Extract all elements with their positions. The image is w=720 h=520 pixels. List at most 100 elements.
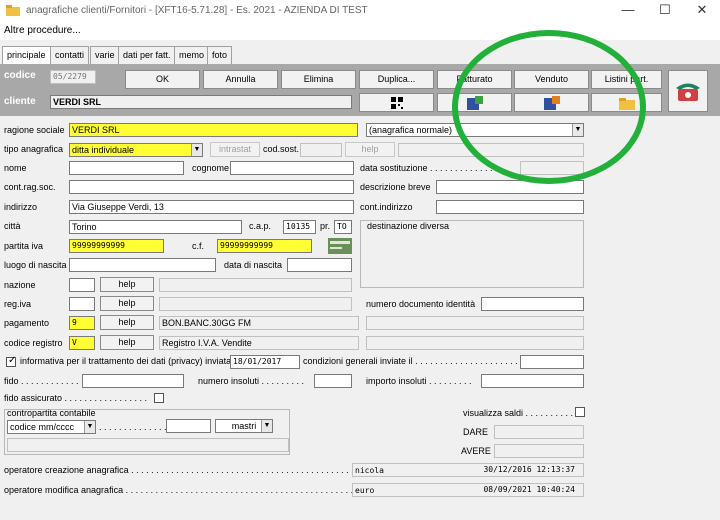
codice-registro-help-button[interactable]: help: [100, 335, 154, 350]
indirizzo-field[interactable]: Via Giuseppe Verdi, 13: [69, 200, 354, 214]
citta-label: città: [4, 221, 21, 231]
partita-iva-field[interactable]: 99999999999: [69, 239, 164, 253]
codice-label: codice: [4, 70, 36, 81]
nazione-help-button[interactable]: help: [100, 277, 154, 292]
pagamento-help-button[interactable]: help: [100, 315, 154, 330]
cognome-field[interactable]: [230, 161, 354, 175]
elimina-button[interactable]: Elimina: [281, 70, 356, 89]
data-nascita-field[interactable]: [287, 258, 352, 272]
cont-indirizzo-field[interactable]: [436, 200, 584, 214]
qr-code-icon: [390, 97, 403, 109]
tipo-anagrafica-select[interactable]: ditta individuale ▼: [69, 143, 203, 157]
operatore-creazione-field: nicola 30/12/2016 12:13:37: [352, 463, 584, 477]
qr-button[interactable]: [359, 93, 434, 112]
pagamento-label: pagamento: [4, 318, 50, 328]
close-button[interactable]: ✕: [682, 0, 720, 22]
cont-rag-soc-label: cont.rag.soc.: [4, 182, 56, 192]
cod-sost-label: cod.sost.: [263, 144, 300, 154]
tab-principale[interactable]: principale: [2, 46, 51, 64]
luogo-nascita-field[interactable]: [69, 258, 216, 272]
ragione-sociale-label: ragione sociale: [4, 125, 65, 135]
cod-sost-field[interactable]: [300, 143, 342, 157]
contropartita-desc: [7, 438, 289, 452]
menu-bar: Altre procedure...: [0, 22, 720, 40]
fido-assicurato-checkbox[interactable]: [154, 393, 164, 403]
chevron-down-icon: ▼: [84, 421, 95, 433]
reg-iva-field[interactable]: [69, 297, 95, 311]
operatore-modifica-user: euro: [355, 486, 375, 495]
nazione-desc: [159, 278, 352, 292]
cap-field[interactable]: 10135: [283, 220, 316, 234]
phone-button[interactable]: [668, 70, 708, 112]
cont-indirizzo-label: cont.indirizzo: [360, 202, 413, 212]
luogo-nascita-label: luogo di nascita: [4, 260, 67, 270]
pr-field[interactable]: TO: [334, 220, 352, 234]
minimize-button[interactable]: —: [608, 0, 648, 22]
dare-label: DARE: [463, 427, 489, 437]
pagamento-desc: BON.BANC.30GG FM: [159, 316, 359, 330]
codice-field[interactable]: 05/2279: [50, 70, 96, 84]
tab-foto[interactable]: foto: [207, 46, 233, 64]
destinazione-group: destinazione diversa: [360, 220, 584, 288]
mastri-select[interactable]: mastri ▼: [215, 419, 273, 433]
cliente-label: cliente: [4, 96, 36, 107]
operatore-modifica-timestamp: 08/09/2021 10:40:24: [483, 485, 575, 494]
app-folder-icon: [6, 5, 20, 16]
nazione-field[interactable]: [69, 278, 95, 292]
codice-select[interactable]: codice mm/cccc ▼: [7, 420, 96, 434]
pr-label: pr.: [320, 221, 331, 231]
dare-field: [494, 425, 584, 439]
avere-field: [494, 444, 584, 458]
chevron-down-icon: ▼: [191, 144, 202, 156]
tipo-anagrafica-label: tipo anagrafica: [4, 144, 64, 154]
operatore-creazione-timestamp: 30/12/2016 12:13:37: [483, 465, 575, 474]
window-title: anagrafiche clienti/Fornitori - [XFT16-5…: [26, 5, 368, 16]
indirizzo-label: indirizzo: [4, 202, 38, 212]
annulla-button[interactable]: Annulla: [203, 70, 278, 89]
ragione-sociale-field[interactable]: VERDI SRL: [69, 123, 358, 137]
tessera-sanitaria-icon[interactable]: [328, 238, 352, 254]
cliente-field[interactable]: VERDI SRL: [50, 95, 352, 109]
cont-rag-soc-field[interactable]: [69, 180, 354, 194]
tab-contatti[interactable]: contatti: [50, 46, 90, 64]
reg-iva-help-button[interactable]: help: [100, 296, 154, 311]
citta-field[interactable]: Torino: [69, 220, 242, 234]
privacy-label: informativa per il trattamento dei dati …: [20, 356, 238, 366]
numero-documento-field[interactable]: [481, 297, 584, 311]
numero-insoluti-label: numero insoluti . . . . . . . . .: [198, 376, 305, 386]
tab-memo[interactable]: memo: [174, 46, 210, 64]
visualizza-saldi-label: visualizza saldi . . . . . . . . . .: [463, 408, 574, 418]
descrizione-breve-label: descrizione breve: [360, 182, 431, 192]
contropartita-label: contropartita contabile: [7, 408, 96, 418]
condizioni-date-field[interactable]: [520, 355, 584, 369]
operatore-creazione-user: nicola: [355, 466, 384, 475]
codice-registro-field[interactable]: V: [69, 336, 95, 350]
tipo-anagrafica-value: ditta individuale: [72, 145, 135, 155]
avere-label: AVERE: [461, 446, 491, 456]
importo-insoluti-field[interactable]: [481, 374, 584, 388]
privacy-date-field[interactable]: 18/01/2017: [230, 355, 300, 369]
cf-field[interactable]: 99999999999: [217, 239, 312, 253]
menu-altre-procedure[interactable]: Altre procedure...: [4, 25, 81, 36]
numero-insoluti-field[interactable]: [314, 374, 352, 388]
pagamento-code-field[interactable]: 9: [69, 316, 95, 330]
duplica-button[interactable]: Duplica...: [359, 70, 434, 89]
nazione-label: nazione: [4, 280, 36, 290]
ok-button[interactable]: OK: [125, 70, 200, 89]
nome-field[interactable]: [69, 161, 184, 175]
contropartita-code-field[interactable]: [166, 419, 211, 433]
reg-iva-label: reg.iva: [4, 299, 32, 309]
tab-dati-per-fatt[interactable]: dati per fatt.: [118, 46, 176, 64]
phone-icon: [676, 83, 700, 101]
visualizza-saldi-checkbox[interactable]: [575, 407, 585, 417]
privacy-checkbox[interactable]: [6, 355, 16, 367]
intrastat-button[interactable]: intrastat: [210, 142, 260, 157]
maximize-button[interactable]: ☐: [645, 0, 685, 22]
destinazione-label: destinazione diversa: [367, 221, 450, 231]
importo-insoluti-label: importo insoluti . . . . . . . . .: [366, 376, 472, 386]
fido-field[interactable]: [82, 374, 184, 388]
cognome-label: cognome: [192, 163, 230, 173]
cod-sost-help-button[interactable]: help: [345, 142, 395, 157]
contropartita-dots: . . . . . . . . . . . . . .: [99, 422, 167, 432]
tab-varie[interactable]: varie: [90, 46, 120, 64]
